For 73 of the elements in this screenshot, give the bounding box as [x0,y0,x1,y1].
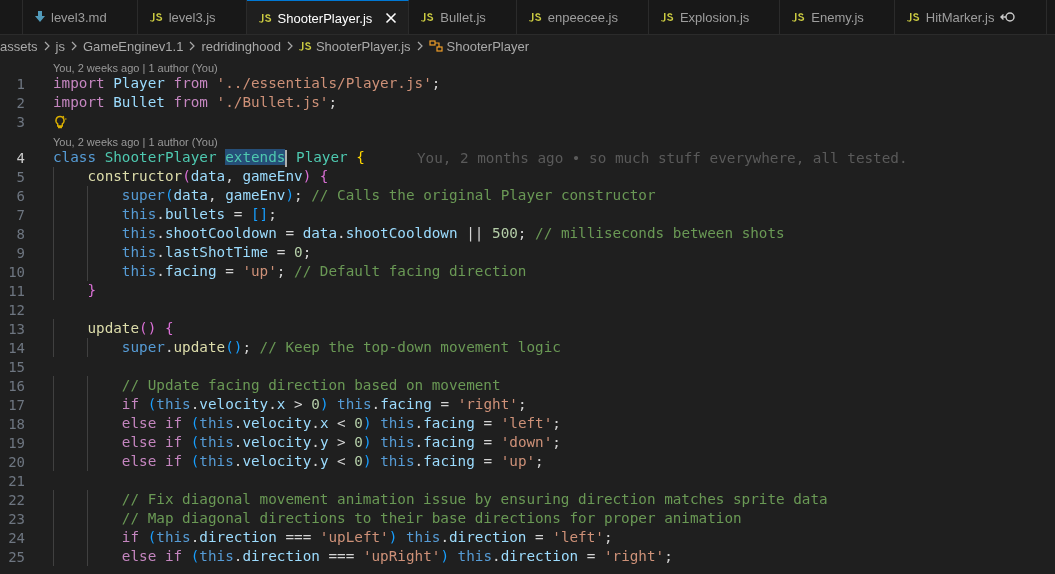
js-file-icon [792,12,806,22]
line-number: 16 [7,377,25,394]
code-line: update() { [53,319,174,338]
line-number: 18 [7,415,25,432]
breadcrumb-item[interactable]: js [55,38,65,54]
line-number: 7 [15,206,25,223]
code-line: if (this.velocity.x > 0) this.facing = 'right'; [53,395,527,414]
line-number: 23 [7,510,25,527]
line-number: 14 [7,339,25,356]
line-number: 1 [15,75,25,92]
line-number: 25 [7,548,25,565]
breadcrumb-item[interactable]: GameEnginev1.1 [82,38,184,54]
js-file-icon [906,12,920,22]
code-line: if (this.direction === 'upLeft') this.direction = 'left'; [53,528,613,547]
line-number: 13 [7,320,25,337]
line-number: 20 [7,453,25,470]
download-arrow-icon [35,11,45,23]
line-number: 10 [7,263,25,280]
blame-annotation: You, 2 months ago • so much stuff everywhere, all tested. [416,149,908,166]
breadcrumb-label[interactable]: ShooterPlayer [446,38,529,54]
line-number: 17 [7,396,25,413]
code-line: this.lastShotTime = 0; [53,243,312,262]
codelens-text[interactable]: You, 2 weeks ago | 1 author (You) [53,136,218,148]
code-line: else if (this.velocity.y < 0) this.facing = 'up'; [53,452,544,471]
code-line: } [53,281,97,300]
line-number: 9 [15,244,25,261]
chevron-icon [415,41,424,51]
code-line: import Bullet from './Bullet.js'; [53,93,338,112]
js-file-icon [149,12,163,22]
line-number: 12 [7,301,25,318]
code-line: // Map diagonal directions to their base directions for proper animation [53,509,742,528]
breadcrumb-item[interactable]: assets [0,38,38,54]
line-number: 11 [7,282,25,299]
line-number: 8 [15,225,25,242]
line-number: 4 [15,149,25,166]
js-file-icon [258,13,272,23]
code-line: constructor(data, gameEnv) { [53,167,329,186]
code-line: this.facing = 'up'; // Default facing direction [53,262,527,281]
code-line: // Update facing direction based on movement [53,376,501,395]
js-file-icon [421,12,435,22]
chevron-icon [42,41,51,51]
code-line: else if (this.velocity.y > 0) this.facing = 'down'; [53,433,561,452]
line-number: 22 [7,491,25,508]
code-line: class ShooterPlayer extends Player { [53,148,365,167]
chevron-icon [69,41,78,51]
line-number: 21 [7,472,25,489]
line-number: 19 [7,434,25,451]
line-number: 2 [15,94,25,111]
chevron-icon [188,41,197,51]
code-line: else if (this.direction === 'upRight') this.direction = 'right'; [53,547,673,566]
js-file-icon [528,12,542,22]
chevron-icon [285,41,294,51]
line-number: 5 [15,168,25,185]
js-file-icon [660,12,674,22]
code-line: else if (this.velocity.x < 0) this.facing = 'left'; [53,414,561,433]
code-line: // Fix diagonal movement animation issue by ensuring direction matches sprite data [53,490,828,509]
class-symbol-icon [428,40,443,52]
js-file-icon [298,41,312,51]
codelens-text[interactable]: You, 2 weeks ago | 1 author (You) [53,62,218,74]
line-number: 15 [7,358,25,375]
circle-arrow-icon[interactable] [1000,11,1017,23]
editor-tab[interactable]: ShooterPlayer.js [246,0,410,34]
line-number: 24 [7,529,25,546]
breadcrumb-item[interactable]: redridinghood [201,38,281,54]
code-line: import Player from '../essentials/Player.js'; [53,74,441,93]
line-number: 3 [15,113,25,130]
line-number: 6 [15,187,25,204]
breadcrumb-label[interactable]: ShooterPlayer.js [315,38,411,54]
code-line: super(data, gameEnv); // Calls the original Player constructor [53,186,656,205]
code-line: this.bullets = []; [53,205,277,224]
code-line: super.update(); // Keep the top-down movement logic [53,338,561,357]
code-line: this.shootCooldown = data.shootCooldown || 500; // milliseconds between shots [53,224,785,243]
lightbulb-icon[interactable] [53,114,67,129]
